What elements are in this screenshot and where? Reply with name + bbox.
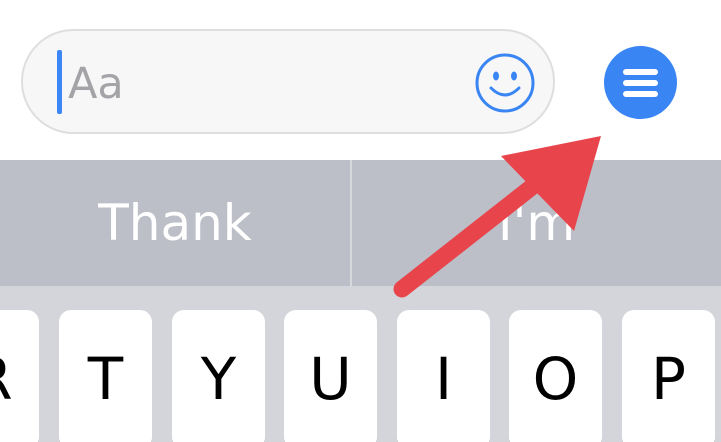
key-y[interactable]: Y [172,310,265,442]
key-u[interactable]: U [284,310,377,442]
key-t[interactable]: T [59,310,152,442]
key-i[interactable]: I [397,310,490,442]
message-input[interactable]: Aa [21,29,555,134]
quicktype-suggestions: Thank I'm [0,160,721,286]
keyboard: R T Y U I O P [0,286,721,442]
message-placeholder: Aa [68,59,124,109]
text-caret [57,50,62,114]
suggestion-im[interactable]: I'm [352,160,721,286]
key-r[interactable]: R [0,310,39,442]
hamburger-menu-icon [623,80,658,86]
smiley-face-icon[interactable] [474,52,536,114]
key-p[interactable]: P [622,310,715,442]
hamburger-menu-icon [623,91,658,97]
key-o[interactable]: O [509,310,602,442]
hamburger-menu-icon [623,69,658,75]
messenger-screen: Aa Thank I'm R T Y U I O P [0,0,721,442]
suggestion-thank[interactable]: Thank [0,160,350,286]
composer-bar: Aa [0,0,721,160]
menu-button[interactable] [604,46,677,119]
